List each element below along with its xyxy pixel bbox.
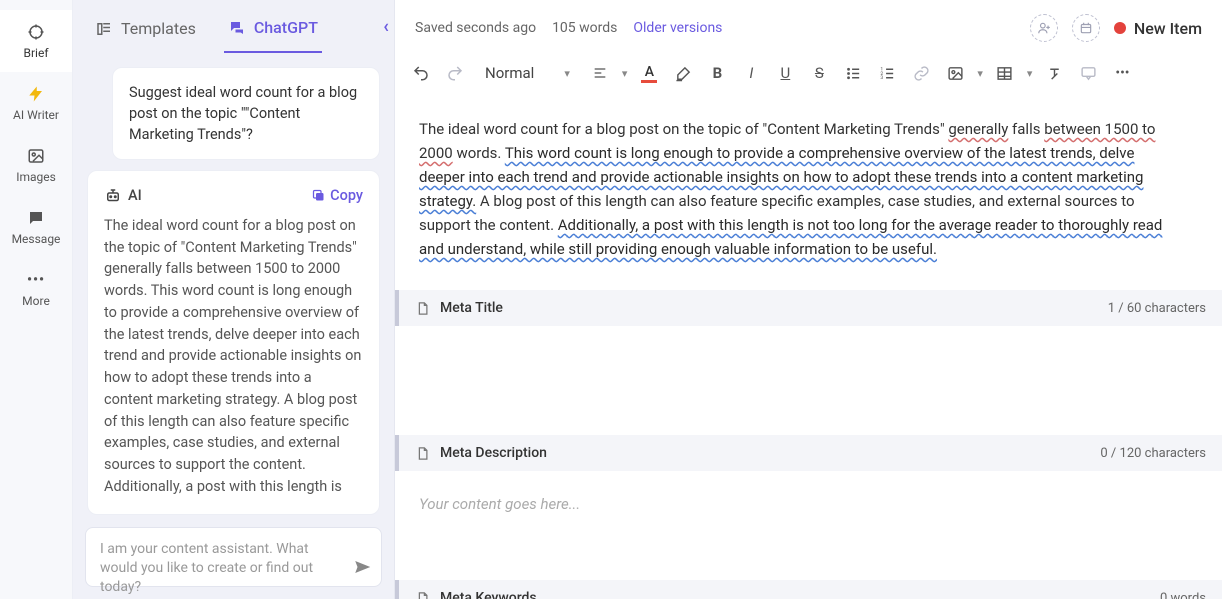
copy-button[interactable]: Copy: [311, 185, 363, 207]
chat-panel: ‹ Templates ChatGPT Suggest ideal word c…: [73, 0, 395, 599]
bullet-list-button[interactable]: [841, 61, 865, 85]
chevron-down-icon: ▾: [1027, 67, 1033, 80]
image-icon: [26, 146, 46, 166]
meta-title-input[interactable]: [395, 326, 1222, 414]
align-button[interactable]: [588, 61, 612, 85]
meta-title-label: Meta Title: [440, 300, 503, 316]
dots-icon: •••: [26, 270, 46, 290]
meta-keywords-count: 0 words: [1160, 591, 1206, 599]
left-nav: Brief AI Writer Images Message ••• More: [0, 0, 73, 599]
ai-label-text: AI: [128, 185, 142, 207]
document-icon: [415, 446, 430, 461]
meta-description-placeholder: Your content goes here...: [419, 495, 580, 513]
meta-title-section: Meta Title 1 / 60 characters: [395, 289, 1222, 414]
clear-format-button[interactable]: [1042, 61, 1066, 85]
italic-button[interactable]: I: [739, 61, 763, 85]
copy-label: Copy: [330, 185, 363, 207]
link-button[interactable]: [909, 61, 933, 85]
editor-area: Saved seconds ago 105 words Older versio…: [395, 0, 1222, 599]
document-icon: [415, 591, 430, 599]
chat-input-placeholder: I am your content assistant. What would …: [100, 541, 313, 595]
user-message: Suggest ideal word count for a blog post…: [112, 67, 380, 160]
add-user-button[interactable]: [1030, 14, 1058, 42]
nav-more-label: More: [22, 294, 50, 308]
status-dot-icon: [1114, 22, 1126, 34]
document-icon: [415, 301, 430, 316]
chevron-down-icon: ▾: [977, 67, 983, 80]
saved-status: Saved seconds ago: [415, 20, 536, 36]
tab-templates-label: Templates: [121, 19, 196, 38]
strike-button[interactable]: S: [807, 61, 831, 85]
nav-message-label: Message: [12, 232, 61, 246]
add-date-button[interactable]: [1072, 14, 1100, 42]
chevron-down-icon: ▾: [564, 67, 570, 80]
style-select[interactable]: Normal ▾: [477, 60, 578, 86]
meta-title-count: 1 / 60 characters: [1108, 301, 1206, 316]
new-item-label: New Item: [1134, 19, 1202, 38]
bold-button[interactable]: B: [705, 61, 729, 85]
meta-keywords-section: Meta Keywords 0 words: [395, 579, 1222, 599]
tab-chatgpt-label: ChatGPT: [254, 18, 318, 37]
nav-more[interactable]: ••• More: [0, 258, 72, 320]
meta-description-section: Meta Description 0 / 120 characters Your…: [395, 434, 1222, 559]
ai-response-text: The ideal word count for a blog post on …: [104, 215, 363, 500]
meta-description-input[interactable]: Your content goes here...: [395, 471, 1222, 559]
insert-image-button[interactable]: [943, 61, 967, 85]
more-tools-button[interactable]: •••: [1110, 61, 1134, 85]
message-icon: [26, 208, 46, 228]
table-button[interactable]: [993, 61, 1017, 85]
editor-toolbar: Normal ▾ ▾ A B I U S 123 ▾ ▾ •••: [395, 52, 1222, 94]
meta-description-label: Meta Description: [440, 445, 547, 461]
meta-title-header: Meta Title 1 / 60 characters: [395, 290, 1222, 326]
older-versions-link[interactable]: Older versions: [633, 20, 722, 36]
text-color-button[interactable]: A: [637, 61, 661, 85]
nav-images-label: Images: [16, 170, 56, 184]
bolt-icon: [26, 84, 46, 104]
nav-ai-writer-label: AI Writer: [13, 108, 59, 122]
comment-button[interactable]: [1076, 61, 1100, 85]
copy-icon: [311, 188, 326, 203]
highlight-button[interactable]: [671, 61, 695, 85]
chat-icon: [228, 19, 246, 37]
svg-text:3: 3: [880, 75, 883, 81]
text: falls: [1008, 120, 1044, 138]
word-count: 105 words: [552, 20, 617, 36]
text: The ideal word count for a blog post on …: [419, 120, 948, 138]
robot-icon: [104, 187, 122, 205]
send-button[interactable]: [353, 558, 371, 576]
collapse-panel-button[interactable]: ‹: [374, 12, 398, 40]
chat-input[interactable]: I am your content assistant. What would …: [85, 527, 382, 587]
editor-paragraph: The ideal word count for a blog post on …: [419, 117, 1179, 261]
user-message-text: Suggest ideal word count for a blog post…: [129, 84, 357, 143]
nav-brief[interactable]: Brief: [0, 10, 72, 72]
target-icon: [26, 22, 46, 42]
meta-keywords-label: Meta Keywords: [440, 590, 537, 599]
topbar: Saved seconds ago 105 words Older versio…: [395, 0, 1222, 52]
ai-label: AI: [104, 185, 142, 207]
tab-templates[interactable]: Templates: [91, 11, 200, 52]
meta-keywords-header: Meta Keywords 0 words: [395, 580, 1222, 599]
chat-tabs: Templates ChatGPT: [73, 0, 394, 53]
text: words.: [453, 144, 505, 162]
underline-button[interactable]: U: [773, 61, 797, 85]
meta-description-header: Meta Description 0 / 120 characters: [395, 435, 1222, 471]
nav-ai-writer[interactable]: AI Writer: [0, 72, 72, 134]
ai-response-box: AI Copy The ideal word count for a blog …: [87, 170, 380, 515]
nav-images[interactable]: Images: [0, 134, 72, 196]
templates-icon: [95, 20, 113, 38]
number-list-button[interactable]: 123: [875, 61, 899, 85]
editor-body[interactable]: The ideal word count for a blog post on …: [395, 94, 1222, 269]
text: generally: [948, 120, 1008, 138]
meta-description-count: 0 / 120 characters: [1100, 446, 1206, 461]
redo-button[interactable]: [443, 61, 467, 85]
tab-chatgpt[interactable]: ChatGPT: [224, 10, 322, 53]
new-item[interactable]: New Item: [1114, 19, 1202, 38]
nav-brief-label: Brief: [24, 46, 49, 60]
nav-message[interactable]: Message: [0, 196, 72, 258]
chevron-down-icon: ▾: [622, 67, 628, 80]
style-select-label: Normal: [485, 64, 534, 82]
undo-button[interactable]: [409, 61, 433, 85]
